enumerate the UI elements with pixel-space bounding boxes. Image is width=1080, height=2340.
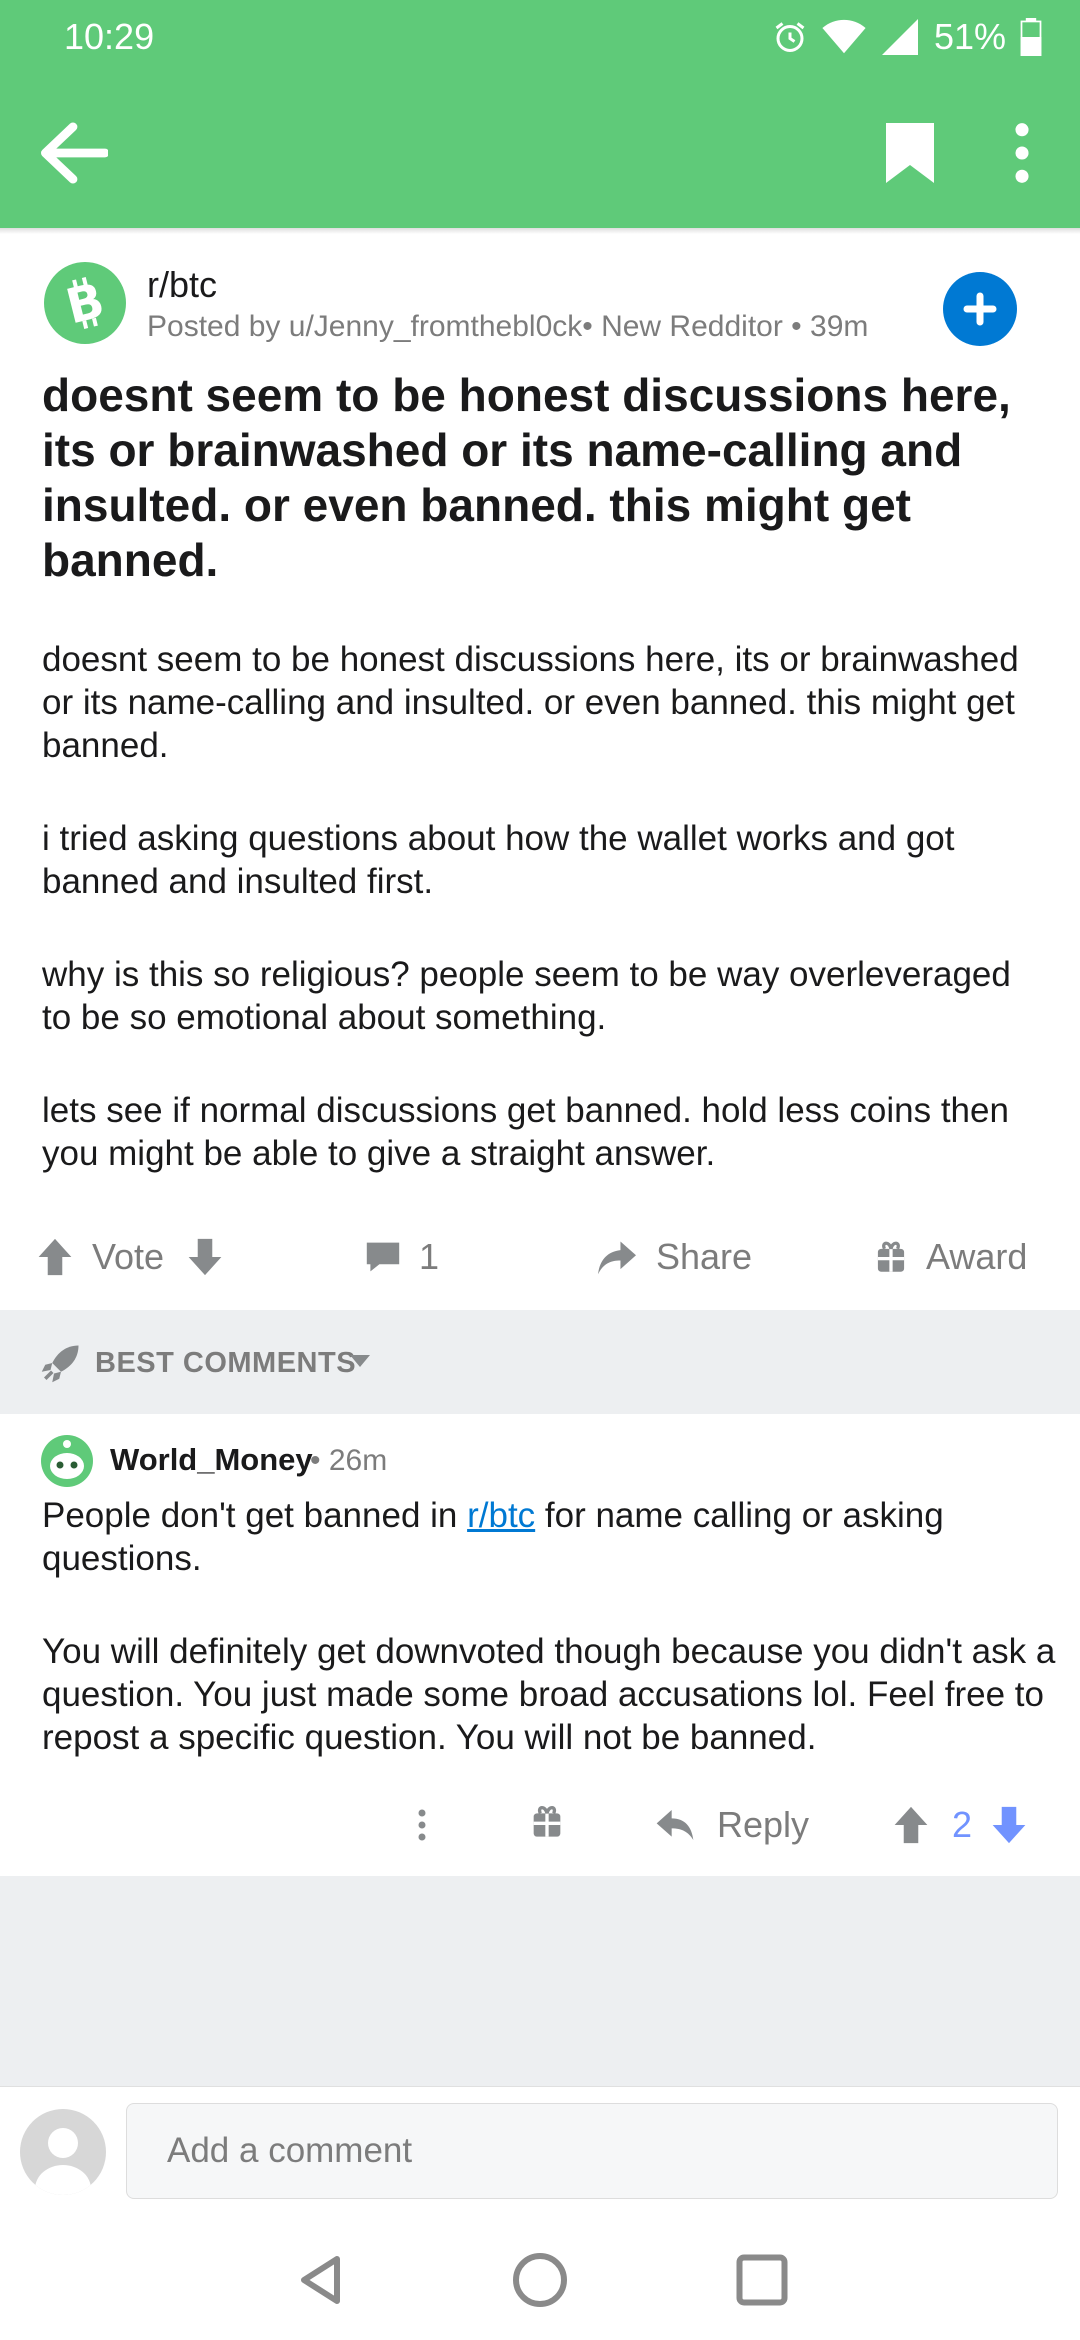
comment-count: 1 [419, 1236, 440, 1277]
upvote-icon[interactable] [892, 1805, 930, 1845]
comment-text: People don't get banned in [42, 1496, 468, 1535]
bitcoin-cash-icon: B [61, 272, 110, 335]
comment-score: 2 [952, 1804, 973, 1845]
alarm-icon [775, 22, 805, 52]
downvote-icon[interactable] [186, 1237, 224, 1277]
share-label: Share [656, 1236, 753, 1277]
subreddit-name[interactable]: r/btc [147, 264, 217, 306]
reply-button[interactable]: Reply [655, 1790, 809, 1860]
vote-group: Vote [36, 1222, 224, 1292]
nav-back-icon[interactable] [292, 2250, 352, 2310]
bookmark-icon[interactable] [880, 120, 940, 186]
plus-icon [963, 292, 997, 326]
back-arrow-icon[interactable] [38, 121, 108, 185]
post-paragraph: lets see if normal discussions get banne… [42, 1091, 1009, 1173]
comment-body: People don't get banned in r/btc for nam… [42, 1494, 1067, 1809]
more-vert-icon[interactable] [412, 1790, 432, 1860]
battery-percent: 51% [933, 16, 1006, 57]
award-label: Award [926, 1236, 1028, 1277]
comment-actions: Reply 2 [0, 1790, 1080, 1860]
post-paragraph: doesnt seem to be honest discussions her… [42, 640, 1019, 765]
wifi-icon [822, 19, 866, 54]
status-time: 10:29 [64, 16, 155, 57]
upvote-icon[interactable] [36, 1237, 74, 1277]
subreddit-link[interactable]: r/btc [467, 1496, 535, 1535]
post-header: B r/btc Posted by u/Jenny_fromthebl0ck• … [0, 258, 1080, 348]
nav-home-icon[interactable] [510, 2250, 570, 2310]
post-meta: Posted by u/Jenny_fromthebl0ck• New Redd… [147, 310, 869, 343]
comment-paragraph: You will definitely get downvoted though… [42, 1632, 1056, 1757]
post-body: doesnt seem to be honest discussions her… [42, 638, 1047, 1225]
comment-sort-bar[interactable]: BEST COMMENTS [0, 1310, 1080, 1414]
reply-label: Reply [717, 1804, 810, 1845]
comments-button[interactable]: 1 [365, 1222, 439, 1292]
signal-icon [881, 19, 918, 55]
vote-label: Vote [92, 1236, 165, 1277]
share-icon [598, 1241, 636, 1275]
post-actions: Vote 1 Share Award [0, 1222, 1080, 1292]
subreddit-avatar[interactable]: B [44, 262, 126, 344]
chevron-down-icon [350, 1355, 370, 1367]
avatar-icon [35, 2128, 91, 2195]
nav-recents-icon[interactable] [732, 2250, 792, 2310]
downvote-icon[interactable] [990, 1805, 1028, 1845]
rocket-icon [41, 1345, 79, 1383]
add-comment-input[interactable]: Add a comment [126, 2103, 1058, 2199]
award-button[interactable]: Award [874, 1222, 1027, 1292]
comment-compose-bar: Add a comment [0, 2086, 1080, 2219]
battery-icon [1020, 18, 1042, 56]
system-nav-bar [0, 2218, 1080, 2340]
post-paragraph: i tried asking questions about how the w… [42, 819, 955, 901]
join-button[interactable] [943, 272, 1017, 346]
app-bar [0, 78, 1080, 228]
comment-author[interactable]: World_Money [110, 1442, 313, 1478]
user-avatar[interactable] [20, 2109, 106, 2195]
comment-vote-group: 2 [892, 1790, 1028, 1860]
empty-area [0, 1876, 1080, 2086]
comment-icon [366, 1242, 400, 1272]
award-icon[interactable] [530, 1790, 564, 1860]
share-button[interactable]: Share [596, 1222, 752, 1292]
reply-icon [656, 1810, 694, 1840]
status-icons: 51% [772, 16, 1042, 58]
comment: World_Money • 26m People don't get banne… [0, 1414, 1080, 1876]
more-vert-icon[interactable] [1000, 121, 1044, 185]
award-icon [877, 1241, 905, 1272]
post-title: doesnt seem to be honest discussions her… [42, 369, 1011, 586]
comment-time: • 26m [310, 1444, 388, 1477]
comment-paragraph: People don't get banned in r/btc for nam… [42, 1494, 1067, 1580]
avatar-icon[interactable] [40, 1434, 94, 1488]
post-paragraph: why is this so religious? people seem to… [42, 955, 1011, 1037]
sort-label: BEST COMMENTS [95, 1347, 357, 1379]
appbar-shadow [0, 228, 1080, 234]
status-bar: 10:29 51% [0, 0, 1080, 78]
